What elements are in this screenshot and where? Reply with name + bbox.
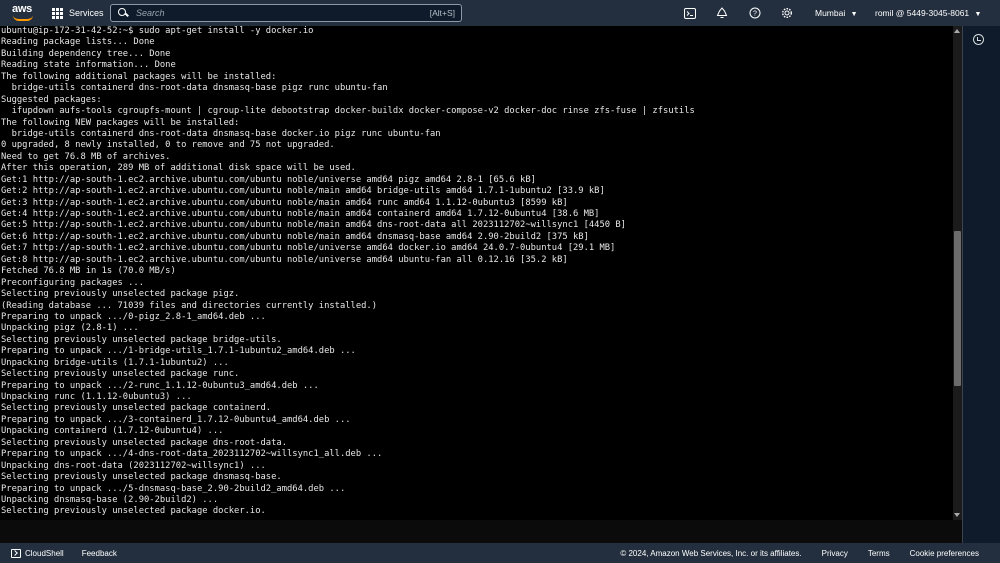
terminal-line: Unpacking dnsmasq-base (2.90-2build2) ..… — [1, 494, 219, 505]
terminal-line: ifupdown aufs-tools cgroupfs-mount | cgr… — [1, 106, 695, 117]
terminal-line: Unpacking dns-root-data (2023112702~will… — [1, 460, 266, 471]
terminal-line: Building dependency tree... Done — [1, 48, 171, 59]
terminal-line: Preparing to unpack .../4-dns-root-data_… — [1, 449, 383, 460]
terminal-line: The following additional packages will b… — [1, 71, 277, 82]
terminal-line: Selecting previously unselected package … — [1, 472, 282, 483]
terminal-line: Preparing to unpack .../1-bridge-utils_1… — [1, 346, 356, 357]
terminal-line: The following NEW packages will be insta… — [1, 117, 240, 128]
terminal-line: Selecting previously unselected package … — [1, 334, 282, 345]
terminal-line: Preparing to unpack .../2-runc_1.1.12-0u… — [1, 380, 319, 391]
terminal-line: (Reading database ... 71039 files and di… — [1, 300, 378, 311]
footer-bar: CloudShell Feedback © 2024, Amazon Web S… — [0, 543, 1000, 563]
terminal-line: Fetched 76.8 MB in 1s (70.0 MB/s) — [1, 266, 176, 277]
cookie-preferences-link[interactable]: Cookie preferences — [910, 549, 979, 558]
scroll-up-arrow-icon[interactable] — [954, 29, 960, 33]
terminal-line: Preparing to unpack .../3-containerd_1.7… — [1, 414, 351, 425]
top-navigation-bar: aws Services [Alt+S] ? Mumbai ▼ romil @ … — [0, 0, 1000, 26]
terminal-line: Selecting previously unselected package … — [1, 289, 240, 300]
terminal-line: 0 upgraded, 8 newly installed, 0 to remo… — [1, 140, 335, 151]
terminal-line: Get:1 http://ap-south-1.ec2.archive.ubun… — [1, 174, 536, 185]
terminal-line: Preparing to unpack .../5-dnsmasq-base_2… — [1, 483, 346, 494]
terminal-line: Reading state information... Done — [1, 60, 176, 71]
cloudshell-button[interactable]: CloudShell — [11, 548, 64, 558]
search-shortcut-hint: [Alt+S] — [429, 8, 455, 18]
search-input[interactable] — [136, 8, 406, 18]
terminal-line: bridge-utils containerd dns-root-data dn… — [1, 128, 441, 139]
terminal-line: Get:5 http://ap-south-1.ec2.archive.ubun… — [1, 220, 626, 231]
aws-smile-icon — [13, 15, 33, 21]
terminal-line: Get:4 http://ap-south-1.ec2.archive.ubun… — [1, 209, 600, 219]
scroll-down-arrow-icon[interactable] — [954, 513, 960, 517]
region-selector[interactable]: Mumbai ▼ — [815, 8, 858, 18]
terminal-line: Get:3 http://ap-south-1.ec2.archive.ubun… — [1, 197, 568, 208]
services-label: Services — [69, 8, 104, 18]
copyright-text: © 2024, Amazon Web Services, Inc. or its… — [620, 548, 802, 558]
terminal-line: Get:7 http://ap-south-1.ec2.archive.ubun… — [1, 243, 616, 254]
cloudshell-label: CloudShell — [25, 548, 64, 558]
privacy-link[interactable]: Privacy — [822, 549, 848, 558]
terminal-line: Selecting previously unselected package … — [1, 369, 240, 380]
terminal-line: Unpacking containerd (1.7.12-0ubuntu4) .… — [1, 426, 224, 437]
account-label: romil @ 5449-3045-8061 — [875, 8, 970, 18]
terminal-line: Unpacking runc (1.1.12-0ubuntu3) ... — [1, 392, 192, 402]
terminal-line: Preparing to unpack .../0-pigz_2.8-1_amd… — [1, 311, 266, 322]
bell-icon[interactable] — [715, 6, 729, 20]
help-icon[interactable]: ? — [748, 6, 762, 20]
terminal-line: Get:6 http://ap-south-1.ec2.archive.ubun… — [1, 231, 589, 242]
history-icon[interactable] — [973, 34, 984, 45]
terminal-line: Selecting previously unselected package … — [1, 506, 266, 517]
terminal-line: Selecting previously unselected package … — [1, 403, 272, 414]
region-label: Mumbai — [815, 8, 846, 18]
terminal-line: Reading package lists... Done — [1, 37, 155, 48]
terminal-line: Suggested packages: — [1, 94, 102, 105]
grid-icon — [52, 7, 63, 19]
services-menu-button[interactable]: Services — [52, 7, 104, 19]
chevron-down-icon: ▼ — [974, 11, 982, 18]
terminal-line: Preconfiguring packages ... — [1, 277, 144, 288]
terminal-scrollbar[interactable] — [953, 26, 962, 520]
terminal-line: bridge-utils containerd dns-root-data dn… — [1, 83, 388, 94]
terminal-line: Selecting previously unselected package … — [1, 437, 287, 448]
terminal-output[interactable]: ubuntu@ip-172-31-42-52:~$ sudo apt-get i… — [0, 26, 953, 520]
gear-icon[interactable] — [780, 6, 794, 20]
aws-logo-text: aws — [12, 3, 32, 15]
terms-link[interactable]: Terms — [868, 549, 890, 558]
cloudshell-footer-icon — [11, 548, 21, 558]
aws-logo[interactable]: aws — [10, 2, 38, 24]
terminal-line: After this operation, 289 MB of addition… — [1, 163, 356, 174]
terminal-line: Unpacking bridge-utils (1.7.1-1ubuntu2) … — [1, 357, 229, 368]
terminal-line: Get:2 http://ap-south-1.ec2.archive.ubun… — [1, 186, 605, 197]
chevron-down-icon: ▼ — [850, 11, 858, 18]
terminal-line: Need to get 76.8 MB of archives. — [1, 151, 171, 162]
terminal-bottom-panel — [0, 520, 962, 543]
cloudshell-icon[interactable] — [683, 6, 697, 20]
scrollbar-thumb[interactable] — [954, 231, 961, 386]
svg-text:?: ? — [753, 11, 757, 18]
right-side-rail — [962, 26, 1000, 543]
account-menu[interactable]: romil @ 5449-3045-8061 ▼ — [875, 8, 981, 18]
terminal-line: Unpacking pigz (2.8-1) ... — [1, 323, 139, 334]
feedback-link[interactable]: Feedback — [82, 549, 117, 558]
terminal-line: ubuntu@ip-172-31-42-52:~$ sudo apt-get i… — [1, 26, 314, 36]
terminal-line: Get:8 http://ap-south-1.ec2.archive.ubun… — [1, 254, 568, 265]
search-icon — [118, 8, 128, 18]
search-box[interactable]: [Alt+S] — [110, 4, 462, 22]
